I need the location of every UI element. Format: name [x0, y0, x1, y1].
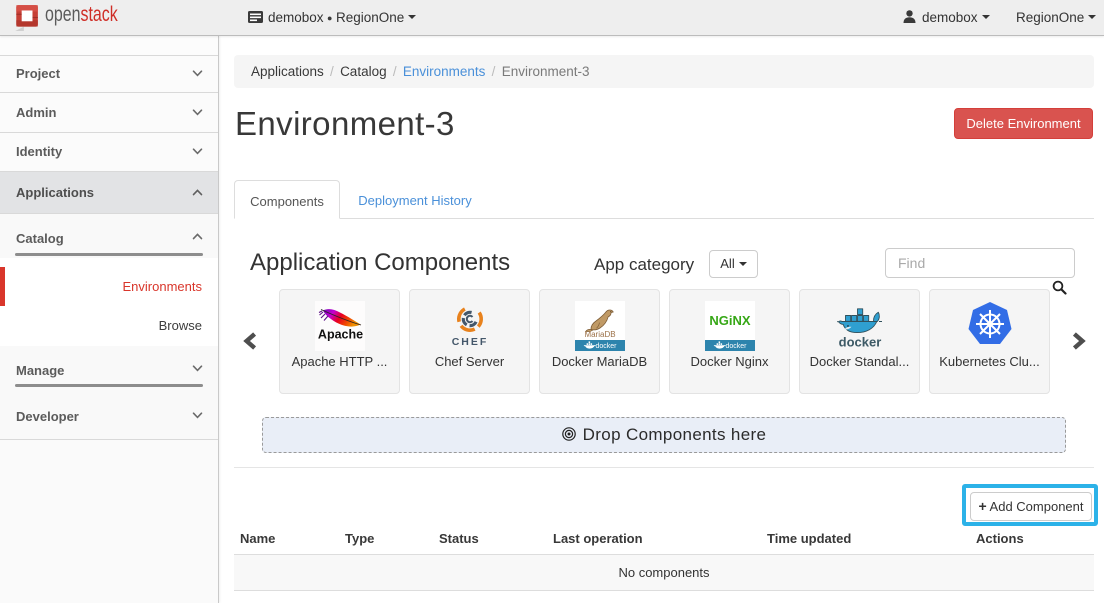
svg-text:NGiNX: NGiNX: [709, 313, 751, 328]
svg-text:CHEF: CHEF: [452, 336, 489, 348]
svg-text:docker: docker: [595, 343, 617, 350]
svg-text:MariaDB: MariaDB: [584, 330, 615, 339]
svg-text:docker: docker: [839, 335, 882, 350]
svg-text:Apache: Apache: [318, 328, 363, 342]
svg-text:docker: docker: [725, 343, 747, 350]
